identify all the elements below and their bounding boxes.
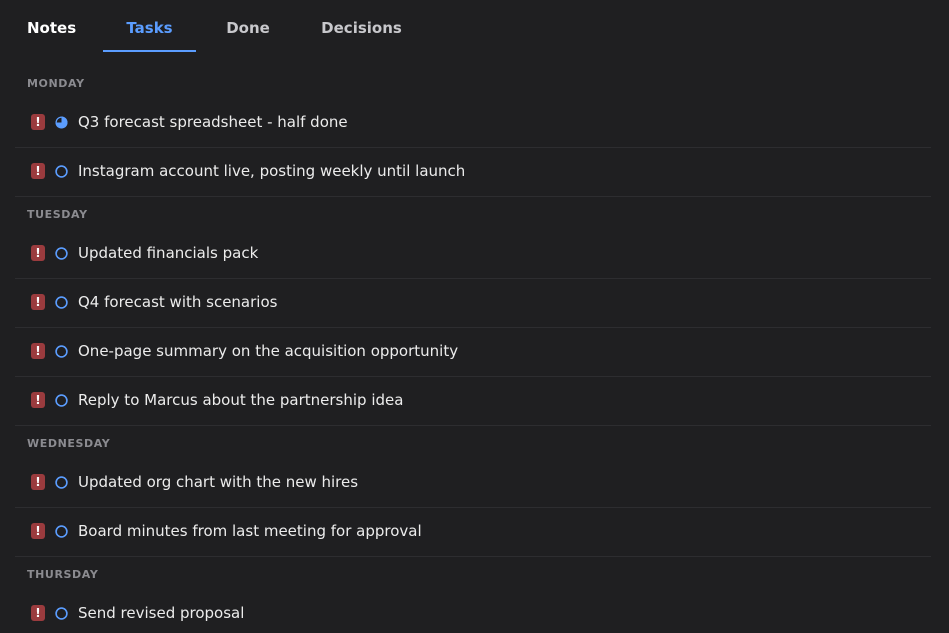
task-item[interactable]: ! Reply to Marcus about the partnership … — [15, 377, 931, 426]
task-item[interactable]: ! Updated financials pack — [15, 230, 931, 279]
task-label: Q3 forecast spreadsheet - half done — [78, 113, 348, 131]
priority-icon: ! — [31, 392, 45, 408]
todo-status-icon[interactable] — [55, 394, 68, 407]
task-list: MONDAY ! Q3 forecast spreadsheet - half … — [0, 66, 949, 633]
task-label: Board minutes from last meeting for appr… — [78, 522, 422, 540]
task-label: One-page summary on the acquisition oppo… — [78, 342, 459, 360]
task-label: Updated financials pack — [78, 244, 259, 262]
task-item[interactable]: ! One-page summary on the acquisition op… — [15, 328, 931, 377]
tab-done[interactable]: Done — [224, 0, 272, 52]
priority-icon: ! — [31, 474, 45, 490]
todo-status-icon[interactable] — [55, 525, 68, 538]
task-item[interactable]: ! Updated org chart with the new hires — [15, 459, 931, 508]
tab-decisions[interactable]: Decisions — [320, 0, 403, 52]
todo-status-icon[interactable] — [55, 607, 68, 620]
priority-icon: ! — [31, 523, 45, 539]
priority-icon: ! — [31, 163, 45, 179]
priority-icon: ! — [31, 114, 45, 130]
todo-status-icon[interactable] — [55, 345, 68, 358]
priority-icon: ! — [31, 294, 45, 310]
day-header-wednesday: WEDNESDAY — [27, 437, 111, 450]
task-label: Reply to Marcus about the partnership id… — [78, 391, 404, 409]
task-label: Instagram account live, posting weekly u… — [78, 162, 466, 180]
task-label: Updated org chart with the new hires — [78, 473, 359, 491]
day-header-monday: MONDAY — [27, 77, 85, 90]
day-header-tuesday: TUESDAY — [27, 208, 88, 221]
tasks-app: Notes Tasks Done Decisions MONDAY ! Q3 f… — [0, 0, 949, 633]
in-progress-status-icon[interactable] — [55, 116, 68, 129]
tab-notes[interactable]: Notes — [27, 0, 76, 52]
todo-status-icon[interactable] — [55, 165, 68, 178]
priority-icon: ! — [31, 343, 45, 359]
todo-status-icon[interactable] — [55, 476, 68, 489]
tab-tasks[interactable]: Tasks — [103, 0, 196, 52]
task-label: Q4 forecast with scenarios — [78, 293, 278, 311]
task-item[interactable]: ! Instagram account live, posting weekly… — [15, 148, 931, 197]
task-item[interactable]: ! Send revised proposal — [15, 590, 931, 633]
priority-icon: ! — [31, 605, 45, 621]
task-item[interactable]: ! Q4 forecast with scenarios — [15, 279, 931, 328]
todo-status-icon[interactable] — [55, 296, 68, 309]
day-header-thursday: THURSDAY — [27, 568, 99, 581]
todo-status-icon[interactable] — [55, 247, 68, 260]
priority-icon: ! — [31, 245, 45, 261]
task-item[interactable]: ! Board minutes from last meeting for ap… — [15, 508, 931, 557]
task-item[interactable]: ! Q3 forecast spreadsheet - half done — [15, 99, 931, 148]
tab-bar: Notes Tasks Done Decisions — [0, 0, 949, 52]
task-label: Send revised proposal — [78, 604, 245, 622]
